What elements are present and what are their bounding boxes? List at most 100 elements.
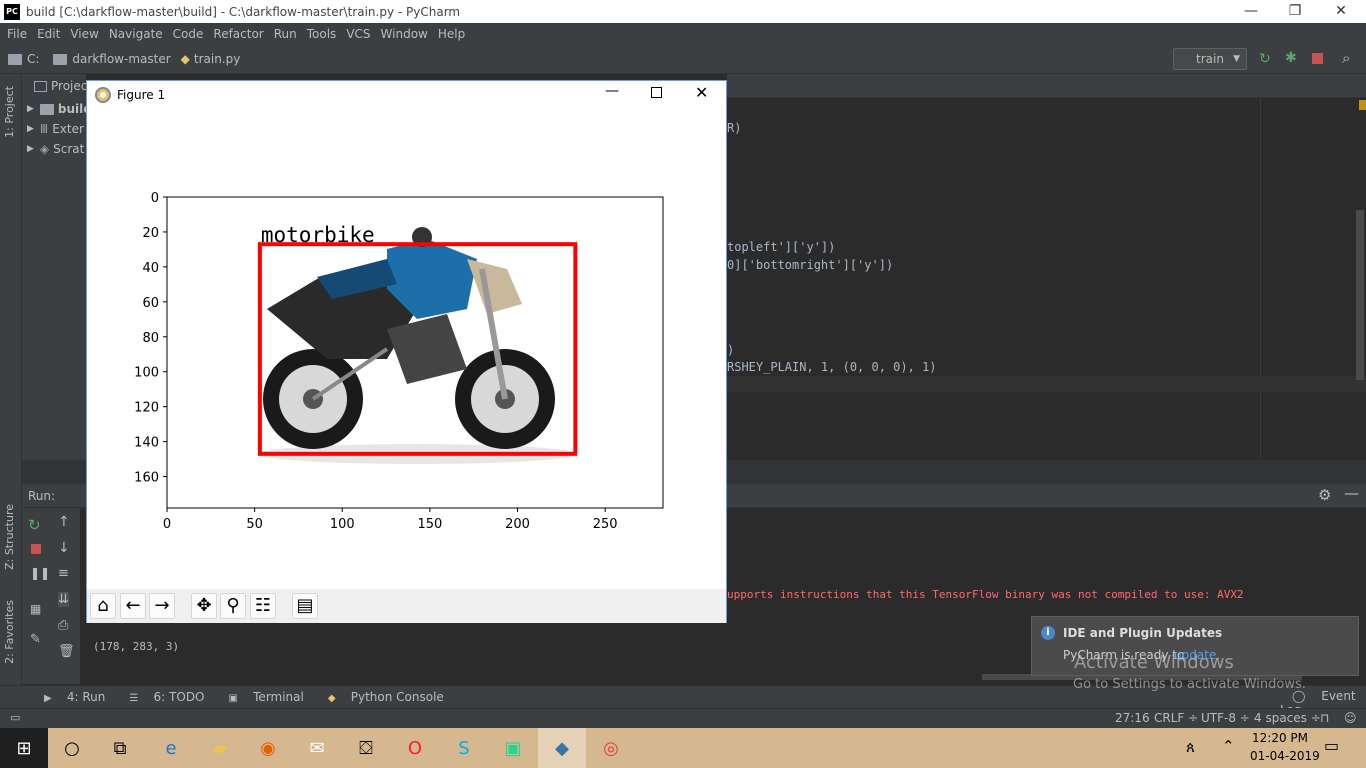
hector-icon[interactable]: ☺ (1344, 711, 1357, 725)
pan-icon[interactable]: ✥ (191, 593, 217, 619)
people-icon[interactable]: ጰ (1186, 738, 1195, 756)
menu-file[interactable]: File (2, 27, 32, 41)
tab-run[interactable]: ▶ 4: Run (32, 690, 105, 704)
code-line: R) (727, 121, 742, 135)
lock-icon[interactable]: ⊓ (1320, 711, 1329, 725)
x-axis-ticks: 0 50 100 150 200 250 (163, 508, 618, 532)
menu-refactor[interactable]: Refactor (208, 27, 268, 41)
pin-icon[interactable]: ✎ (30, 632, 41, 647)
breadcrumb-folder[interactable]: darkflow-master (45, 52, 171, 66)
right-margin-guide (1260, 98, 1261, 460)
toggle-panels-icon[interactable]: ▭ (10, 711, 20, 724)
tab-todo[interactable]: ☰ 6: TODO (117, 690, 204, 704)
tab-terminal[interactable]: ▣ Terminal (217, 690, 304, 704)
run-config-select[interactable]: train ▼ (1173, 48, 1247, 70)
forward-icon[interactable]: → (149, 593, 175, 619)
search-icon[interactable]: ⌕ (1342, 49, 1350, 67)
python-app[interactable]: ◆ (538, 728, 586, 768)
favorites-tool-tab[interactable]: 2: Favorites (3, 600, 16, 664)
left-tool-strip: 1: Project Z: Structure 2: Favorites (0, 74, 22, 685)
cortana-button[interactable]: ○ (48, 728, 96, 768)
menu-view[interactable]: View (65, 27, 103, 41)
structure-tool-tab[interactable]: Z: Structure (3, 504, 16, 570)
file-encoding[interactable]: UTF-8 ÷ (1201, 711, 1250, 725)
maximize-button[interactable]: ❐ (1272, 0, 1318, 23)
menu-tools[interactable]: Tools (302, 27, 342, 41)
figure-canvas: motorbike 0 50 100 150 200 250 0 20 40 60 80 100 12… (134, 191, 664, 532)
menu-run[interactable]: Run (269, 27, 302, 41)
tree-item-build[interactable]: ▶ build (27, 102, 92, 116)
tab-python-console[interactable]: ◆ Python Console (316, 690, 444, 704)
stop-icon[interactable] (1312, 53, 1323, 64)
inspection-marker[interactable] (1359, 100, 1366, 110)
start-button[interactable]: ⊞ (0, 728, 48, 768)
print-icon[interactable]: ⎙ (58, 618, 68, 633)
scroll-to-end-icon[interactable]: ⇊ (58, 592, 69, 607)
opera-app[interactable]: O (391, 728, 439, 768)
stop-icon[interactable] (31, 544, 41, 554)
matplotlib-figure-window: Figure 1 — ✕ motorbike 0 50 100 150 200 … (86, 80, 727, 623)
run-output-text: (178, 283, 3) (93, 640, 180, 653)
rerun-icon[interactable]: ↻ (1259, 51, 1271, 67)
configure-subplots-icon[interactable]: ☷ (250, 593, 276, 619)
indent-setting[interactable]: 4 spaces ÷ (1254, 711, 1321, 725)
rerun-icon[interactable]: ↻ (28, 516, 41, 534)
expand-arrow-icon: ▶ (27, 124, 34, 134)
skype-app[interactable]: S (440, 728, 488, 768)
down-arrow-icon[interactable]: ↓ (58, 540, 70, 556)
figure-minimize-button[interactable]: — (605, 83, 619, 99)
menu-window[interactable]: Window (376, 27, 433, 41)
trash-icon[interactable]: 🗑 (58, 644, 75, 659)
menu-navigate[interactable]: Navigate (104, 27, 168, 41)
mail-app[interactable]: ✉ (293, 728, 341, 768)
menu-vcs[interactable]: VCS (341, 27, 375, 41)
minimize-button[interactable]: — (1228, 0, 1274, 23)
figure-close-button[interactable]: ✕ (695, 83, 708, 102)
store-app[interactable]: ⛋ (342, 728, 390, 768)
code-line: 0]['bottomright']['y']) (727, 258, 894, 272)
zoom-icon[interactable]: ⚲ (220, 593, 246, 619)
pycharm-app[interactable]: ▣ (489, 728, 537, 768)
chrome-app[interactable]: ◎ (587, 728, 635, 768)
windows-taskbar: ⊞ ○ ⧉ e ▰ ◉ ✉ ⛋ O S ▣ ◆ ◎ ጰ ⌃ 12:20 PM 0… (0, 728, 1366, 768)
hide-panel-icon[interactable]: — (1344, 484, 1359, 502)
close-button[interactable]: ✕ (1318, 0, 1364, 23)
back-icon[interactable]: ← (120, 593, 146, 619)
soft-wrap-icon[interactable]: ≡ (58, 566, 69, 581)
python-file-icon: ◆ (180, 52, 190, 66)
status-bar: ▭ 27:16 CRLF ÷ UTF-8 ÷ 4 spaces ÷ ⊓ ☺ (0, 708, 1366, 728)
activate-windows-subtitle: Go to Settings to activate Windows. (1073, 677, 1306, 692)
home-icon[interactable]: ⌂ (90, 593, 116, 619)
caret-position[interactable]: 27:16 (1115, 711, 1150, 725)
menu-help[interactable]: Help (433, 27, 470, 41)
pause-icon[interactable]: ❚❚ (30, 566, 50, 580)
figure-maximize-button[interactable] (651, 87, 662, 98)
clock-date[interactable]: 01-04-2019 (1250, 749, 1320, 763)
settings-gear-icon[interactable]: ⚙ (1318, 486, 1331, 504)
clock-time[interactable]: 12:20 PM (1252, 731, 1308, 745)
line-separator[interactable]: CRLF ÷ (1154, 711, 1198, 725)
layout-icon[interactable]: ▦ (30, 602, 41, 616)
file-explorer-app[interactable]: ▰ (196, 728, 244, 768)
edge-app[interactable]: e (147, 728, 195, 768)
menu-code[interactable]: Code (168, 27, 209, 41)
breadcrumb-drive[interactable]: C: (0, 52, 39, 66)
tree-item-scratches[interactable]: ▶ ◈ Scrat (27, 142, 84, 156)
editor-scrollbar[interactable] (1356, 210, 1364, 380)
task-view-button[interactable]: ⧉ (96, 728, 144, 768)
tree-item-external[interactable]: ▶ Ⅲ Exter (27, 122, 84, 136)
title-bar: PC build [C:\darkflow-master\build] - C:… (0, 0, 1366, 23)
debug-icon[interactable]: ✱ (1285, 50, 1297, 66)
breadcrumb-file[interactable]: ◆ train.py (177, 52, 241, 66)
firefox-app[interactable]: ◉ (244, 728, 292, 768)
tray-chevron-up-icon[interactable]: ⌃ (1222, 737, 1235, 755)
project-header[interactable]: Projec (34, 79, 87, 93)
up-arrow-icon[interactable]: ↑ (58, 514, 70, 530)
library-icon: Ⅲ (39, 122, 49, 136)
action-center-icon[interactable]: ▭ (1324, 736, 1339, 755)
project-tool-tab[interactable]: 1: Project (3, 86, 16, 138)
firefox-icon: ◉ (260, 737, 276, 759)
code-editor[interactable]: R) topleft']['y']) 0]['bottomright']['y'… (727, 98, 1366, 460)
menu-edit[interactable]: Edit (32, 27, 65, 41)
save-icon[interactable]: ▤ (292, 593, 318, 619)
